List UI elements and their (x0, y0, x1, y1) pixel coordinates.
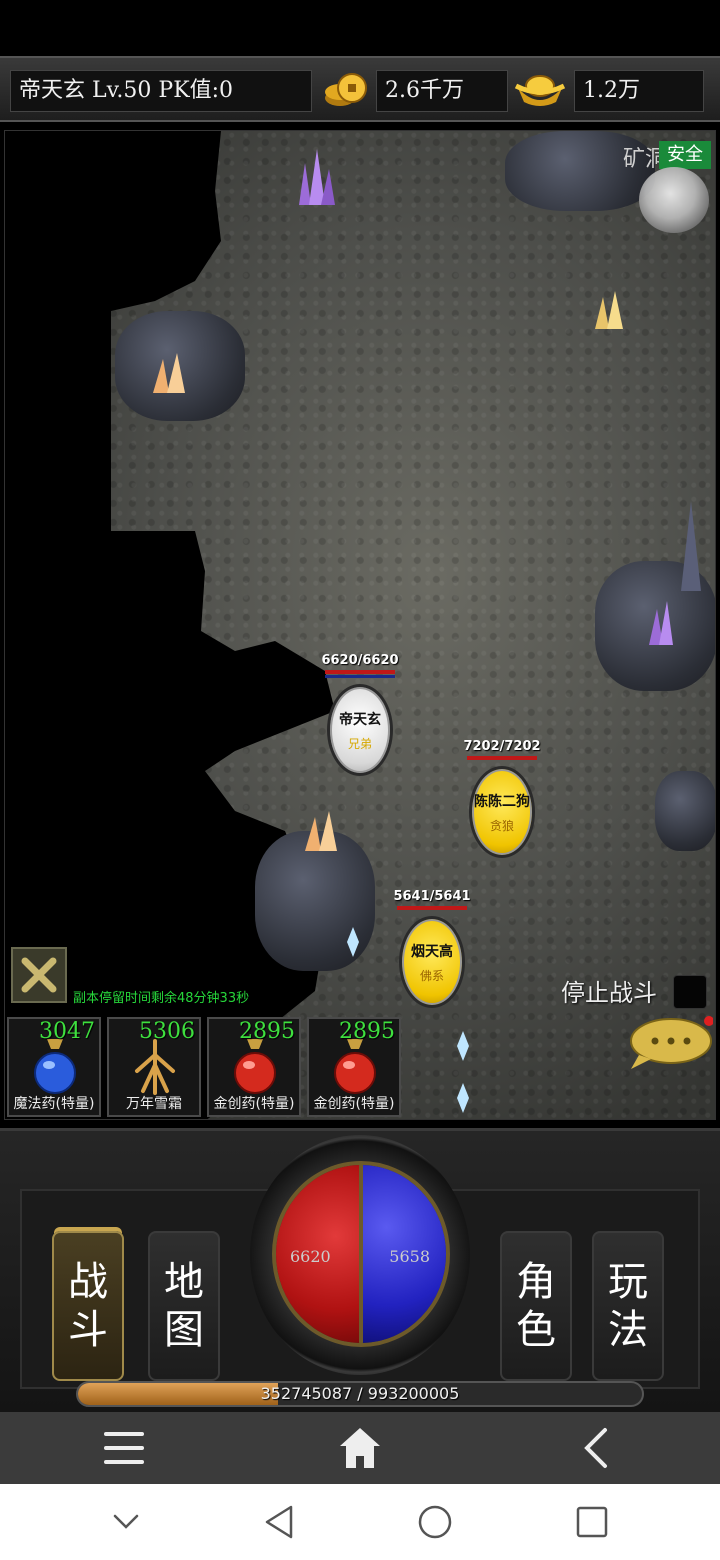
unit-hp-bar (397, 906, 467, 910)
potion-slot[interactable]: 5306 万年雪霜 (107, 1017, 201, 1117)
potion-count: 2895 (239, 1019, 295, 1044)
tab-character[interactable]: 角 色 (500, 1231, 572, 1381)
stop-fight-label: 停止战斗 (561, 979, 657, 1007)
unit-hp-text: 5641/5641 (393, 889, 471, 904)
tab-map[interactable]: 地 图 (148, 1231, 220, 1381)
dark-crystal-icon (681, 501, 701, 591)
potion-slot[interactable]: 2895 金创药(特量) (307, 1017, 401, 1117)
unit-role: 佛系 (419, 968, 444, 983)
recents-square-icon[interactable] (575, 1505, 609, 1539)
gold-crystal-icon (595, 291, 623, 329)
red-potion-icon (334, 1039, 376, 1094)
unit-role: 兄弟 (347, 736, 372, 751)
mp-value: 5658 (389, 1247, 430, 1266)
snow-ginseng-icon (135, 1039, 175, 1095)
gold-coin-icon (325, 73, 367, 106)
status-bar: 帝天玄 Lv.50 PK值:0 2.6千万 1.2万 (0, 56, 720, 122)
orb-divider (359, 1165, 363, 1343)
hp-value: 6620 (290, 1247, 331, 1266)
tab-label: 角 (516, 1259, 556, 1305)
tab-label: 法 (608, 1307, 648, 1353)
tab-label: 斗 (68, 1307, 108, 1353)
chat-bubble-icon[interactable] (625, 1015, 713, 1073)
potion-count: 2895 (339, 1019, 395, 1044)
home-button[interactable] (336, 1424, 384, 1472)
potion-label: 金创药(特量) (213, 1096, 295, 1112)
potion-label: 魔法药(特量) (13, 1096, 95, 1112)
spark-effect-icon (457, 1083, 469, 1113)
purple-crystal-icon (649, 601, 673, 645)
gold-amount: 2.6千万 (376, 70, 508, 112)
home-circle-icon[interactable] (417, 1504, 453, 1540)
ingot-amount: 1.2万 (574, 70, 704, 112)
close-icon (21, 957, 57, 993)
safe-zone-badge: 安全 (659, 141, 711, 169)
back-triangle-icon[interactable] (263, 1504, 295, 1540)
unit-hp-bar (325, 670, 395, 674)
spark-effect-icon (347, 927, 359, 957)
app-nav-bar (0, 1412, 720, 1484)
unit-token: 陈陈二狗 贪狼 (469, 766, 535, 858)
purple-crystal-icon (299, 149, 335, 205)
game-map[interactable]: 矿洞 安全 6620/6620 帝天玄 兄弟 7202/7202 陈陈二狗 贪狼… (4, 130, 716, 1120)
orange-crystal-icon (153, 353, 185, 393)
exit-dungeon-button[interactable] (11, 947, 67, 1003)
control-panel: 战 斗 地 图 角 色 玩 法 6620 5658 352745087 / 99… (0, 1128, 720, 1412)
back-button[interactable] (572, 1424, 620, 1472)
system-nav-bar (0, 1484, 720, 1560)
unit-name: 陈陈二狗 (474, 793, 530, 810)
dungeon-timer: 副本停留时间剩余48分钟33秒 (73, 991, 250, 1006)
unit-role: 贪狼 (489, 818, 514, 833)
potion-label: 万年雪霜 (126, 1096, 182, 1112)
cave-rock (655, 771, 715, 851)
hp-mp-orb: 6620 5658 (272, 1161, 450, 1347)
ally-unit[interactable]: 5641/5641 烟天高 佛系 (377, 889, 487, 1008)
unit-hp-text: 7202/7202 (463, 739, 541, 754)
unit-token: 帝天玄 兄弟 (327, 684, 393, 776)
player-unit[interactable]: 6620/6620 帝天玄 兄弟 (305, 653, 415, 776)
potion-slot[interactable]: 3047 魔法药(特量) (7, 1017, 101, 1117)
unit-token: 烟天高 佛系 (399, 916, 465, 1008)
potion-count: 5306 (139, 1019, 195, 1044)
gold-ingot-icon (514, 75, 566, 106)
unit-hp-text: 6620/6620 (321, 653, 399, 668)
tab-label: 战 (68, 1259, 108, 1305)
unit-hp-bar (467, 756, 537, 760)
blue-potion-icon (34, 1039, 76, 1094)
tab-label: 图 (164, 1307, 204, 1353)
potion-count: 3047 (39, 1019, 95, 1044)
menu-button[interactable] (100, 1424, 148, 1472)
exp-text: 352745087 / 993200005 (260, 1384, 460, 1403)
tab-battle[interactable]: 战 斗 (52, 1231, 124, 1381)
red-potion-icon (234, 1039, 276, 1094)
tab-label: 玩 (608, 1259, 648, 1305)
potion-label: 金创药(特量) (313, 1096, 395, 1112)
unit-name: 帝天玄 (339, 711, 381, 728)
unit-mp-bar (325, 675, 395, 678)
spark-effect-icon (457, 1031, 469, 1061)
potion-slot[interactable]: 2895 金创药(特量) (207, 1017, 301, 1117)
tab-label: 色 (516, 1307, 556, 1353)
tab-label: 地 (164, 1259, 204, 1305)
home-icon (340, 1428, 380, 1468)
exp-bar: 352745087 / 993200005 (76, 1381, 644, 1407)
chevron-left-icon (584, 1428, 607, 1468)
hamburger-menu-icon (104, 1432, 144, 1464)
stop-fight-checkbox[interactable] (673, 975, 707, 1009)
orange-crystal-icon (305, 811, 337, 851)
chevron-down-icon[interactable] (111, 1512, 141, 1532)
minimap-button[interactable] (639, 167, 709, 233)
player-info: 帝天玄 Lv.50 PK值:0 (10, 70, 312, 112)
tab-gameplay[interactable]: 玩 法 (592, 1231, 664, 1381)
ally-unit[interactable]: 7202/7202 陈陈二狗 贪狼 (447, 739, 557, 858)
unit-name: 烟天高 (411, 943, 453, 960)
